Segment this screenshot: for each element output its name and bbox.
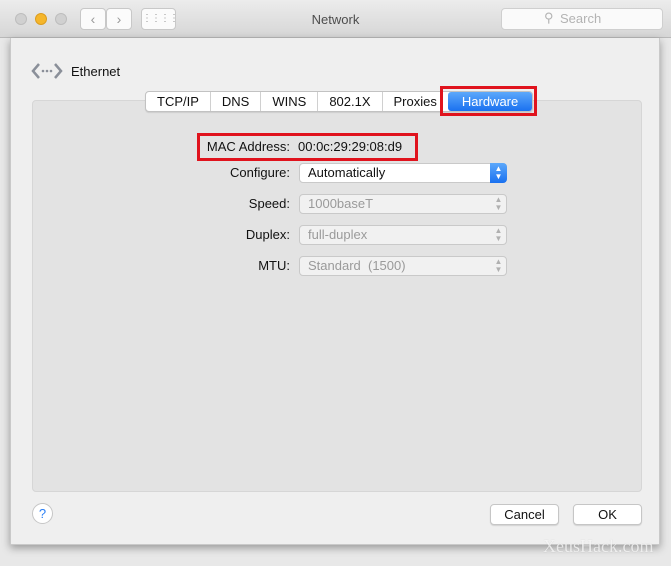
updown-arrows-icon: ▲ ▼ xyxy=(490,163,507,183)
speed-value: 1000baseT xyxy=(308,196,374,211)
speed-label: Speed: xyxy=(248,196,290,211)
ok-button[interactable]: OK xyxy=(573,504,642,525)
duplex-row: Duplex: full-duplex ▲ ▼ xyxy=(11,225,661,245)
configure-label: Configure: xyxy=(230,165,290,180)
configure-row: Configure: Automatically ▲ ▼ xyxy=(11,163,661,183)
interface-name: Ethernet xyxy=(71,63,121,79)
speed-select[interactable]: 1000baseT ▲ ▼ xyxy=(299,194,507,214)
configure-value: Automatically xyxy=(308,165,386,180)
updown-arrows-icon: ▲ ▼ xyxy=(494,226,503,243)
tab-8021x[interactable]: 802.1X xyxy=(318,92,383,111)
tab-dns[interactable]: DNS xyxy=(211,92,262,111)
tab-proxies[interactable]: Proxies xyxy=(383,92,448,111)
tab-wins[interactable]: WINS xyxy=(261,92,319,111)
mtu-value: Standard (1500) xyxy=(308,258,406,273)
highlight-mac-address xyxy=(197,133,418,161)
mtu-label: MTU: xyxy=(258,258,290,273)
duplex-value: full-duplex xyxy=(308,227,368,242)
speed-row: Speed: 1000baseT ▲ ▼ xyxy=(11,194,661,214)
duplex-label: Duplex: xyxy=(245,227,290,242)
search-input[interactable]: ⚲ Search xyxy=(501,8,663,30)
highlight-hardware-tab xyxy=(440,86,537,116)
interface-header: Ethernet xyxy=(31,62,120,80)
help-button[interactable]: ? xyxy=(32,503,53,524)
duplex-select[interactable]: full-duplex ▲ ▼ xyxy=(299,225,507,245)
mtu-select[interactable]: Standard (1500) ▲ ▼ xyxy=(299,256,507,276)
search-icon: ⚲ xyxy=(544,10,554,25)
watermark: XeusHack.com xyxy=(543,536,654,556)
configure-select[interactable]: Automatically ▲ ▼ xyxy=(299,163,507,183)
ethernet-icon xyxy=(31,63,63,79)
network-sheet: Ethernet TCP/IP DNS WINS 802.1X Proxies … xyxy=(10,38,660,545)
updown-arrows-icon: ▲ ▼ xyxy=(494,257,503,274)
title-bar: ‹ › ⋮⋮⋮⋮ Network ⚲ Search xyxy=(0,0,671,38)
cancel-button[interactable]: Cancel xyxy=(490,504,559,525)
tab-tcpip[interactable]: TCP/IP xyxy=(146,92,211,111)
updown-arrows-icon: ▲ ▼ xyxy=(494,195,503,212)
mtu-row: MTU: Standard (1500) ▲ ▼ xyxy=(11,256,661,276)
